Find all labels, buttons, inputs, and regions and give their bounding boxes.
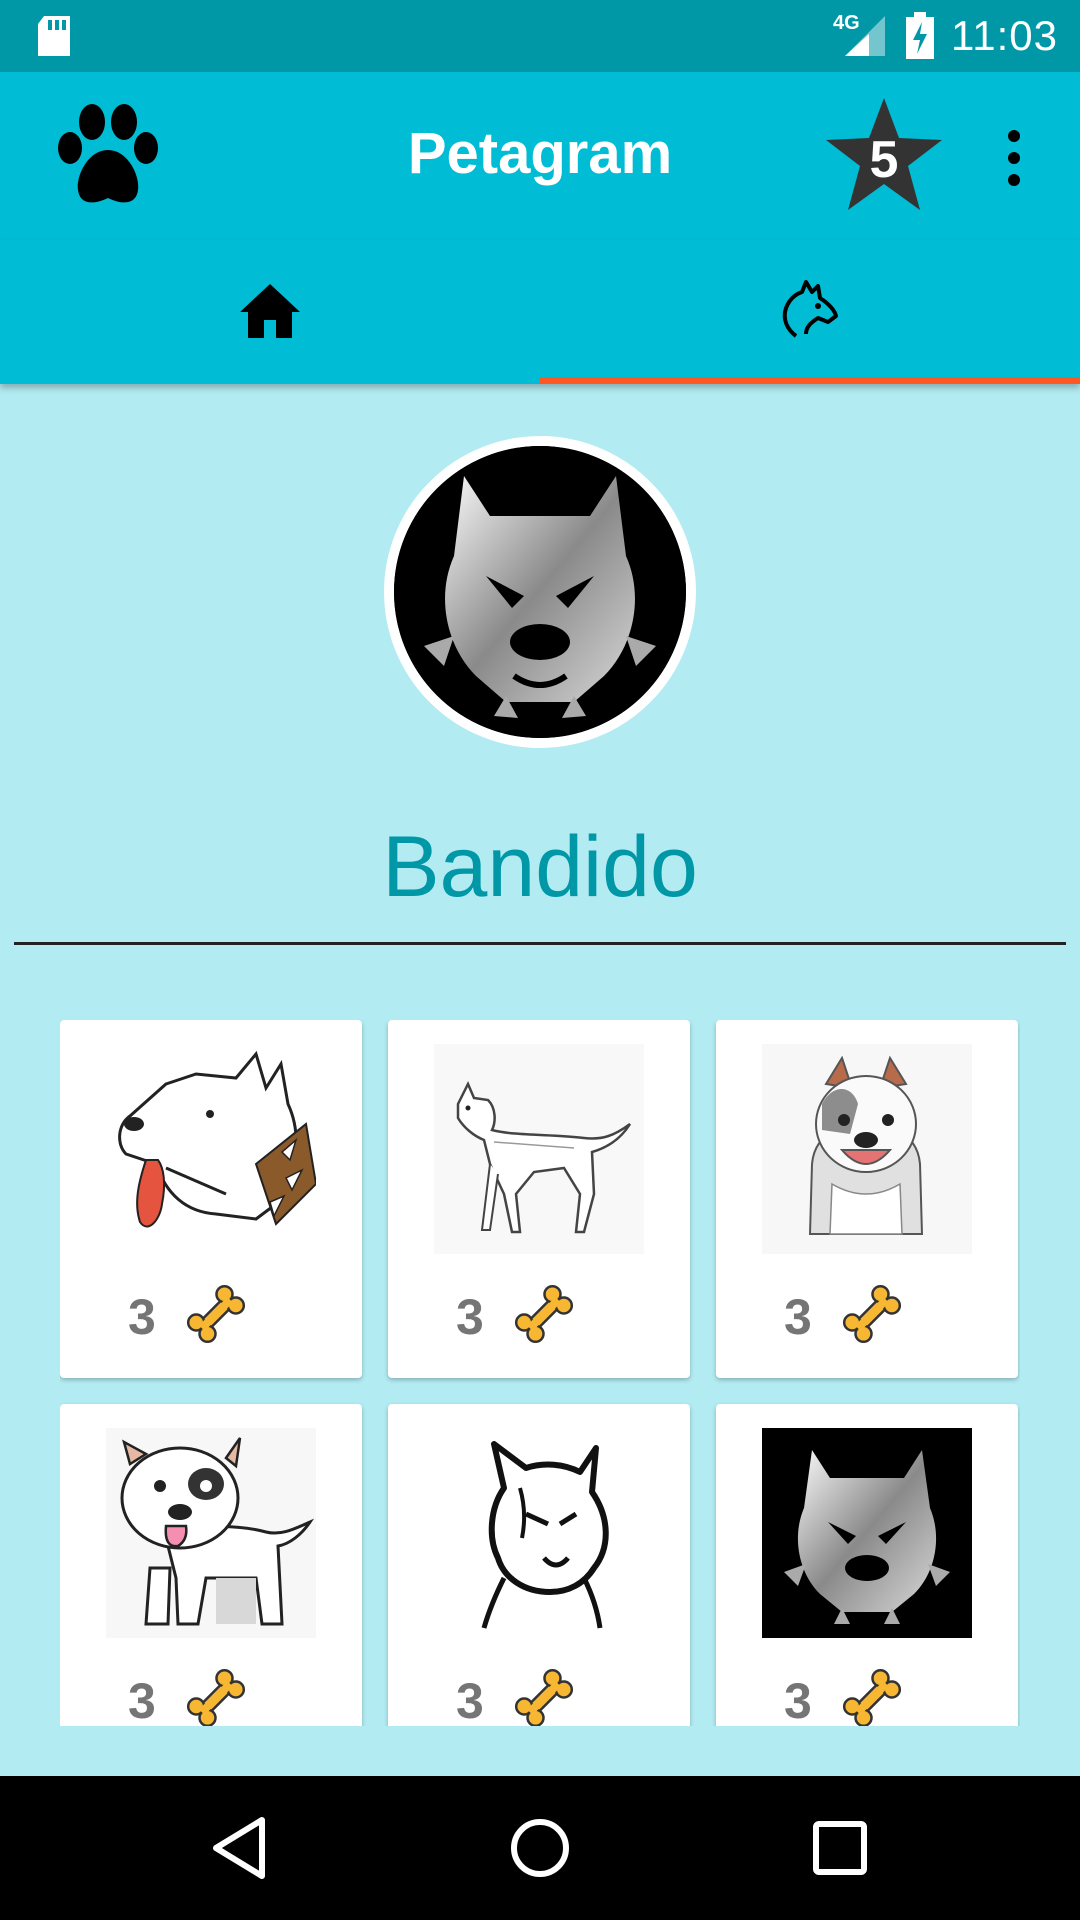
bone-icon[interactable]: [184, 1282, 248, 1346]
status-bar: 4G 11:03: [0, 0, 1080, 72]
photo-card[interactable]: 3: [60, 1020, 362, 1378]
rating-star-button[interactable]: 5: [822, 94, 946, 218]
like-count: 3: [456, 1289, 484, 1345]
recents-icon[interactable]: [804, 1812, 876, 1884]
profile-avatar: [384, 436, 696, 748]
like-count: 3: [456, 1673, 484, 1726]
bone-icon[interactable]: [512, 1666, 576, 1726]
bone-icon[interactable]: [512, 1282, 576, 1346]
like-count: 3: [784, 1289, 812, 1345]
home-icon: [240, 284, 300, 338]
photo-grid: 3 3 3 3 3 3: [60, 1020, 1020, 1726]
dog-icon: [782, 280, 838, 338]
more-vert-icon[interactable]: [1000, 128, 1028, 188]
like-count: 3: [128, 1289, 156, 1345]
like-count: 3: [128, 1673, 156, 1726]
photo-card[interactable]: 3: [60, 1404, 362, 1726]
tribal-pitbull-head: [434, 1428, 644, 1638]
battery-charging-icon: [906, 12, 934, 59]
tab-home[interactable]: [0, 240, 540, 384]
photo-card[interactable]: 3: [716, 1404, 1018, 1726]
bone-icon[interactable]: [840, 1666, 904, 1726]
rating-count: 5: [869, 131, 899, 189]
cartoon-pitbull-standing: [106, 1428, 316, 1638]
pitbull-head-spiked-collar: [118, 1050, 316, 1228]
tab-profile[interactable]: [540, 240, 1080, 384]
sd-card-icon: [38, 16, 70, 56]
app-bar: Petagram 5: [0, 72, 1080, 240]
system-nav-bar: [0, 1776, 1080, 1920]
pitbull-avatar: [394, 446, 686, 738]
profile-name: Bandido: [382, 819, 698, 915]
bone-icon[interactable]: [840, 1282, 904, 1346]
pitbull-avatar: [762, 1428, 972, 1638]
bone-icon[interactable]: [184, 1666, 248, 1726]
cartoon-pitbull-bust: [762, 1044, 972, 1254]
pitbull-standing-sketch: [434, 1044, 644, 1254]
like-count: 3: [784, 1673, 812, 1726]
clock: 11:03: [951, 12, 1058, 59]
photo-card[interactable]: 3: [388, 1404, 690, 1726]
photo-card[interactable]: 3: [388, 1020, 690, 1378]
photo-card[interactable]: 3: [716, 1020, 1018, 1378]
tab-indicator: [540, 377, 1080, 384]
signal-icon: 4G: [833, 12, 889, 58]
divider: [14, 942, 1066, 945]
home-circle-icon[interactable]: [504, 1812, 576, 1884]
tab-bar: [0, 240, 1080, 384]
back-icon[interactable]: [204, 1812, 276, 1884]
